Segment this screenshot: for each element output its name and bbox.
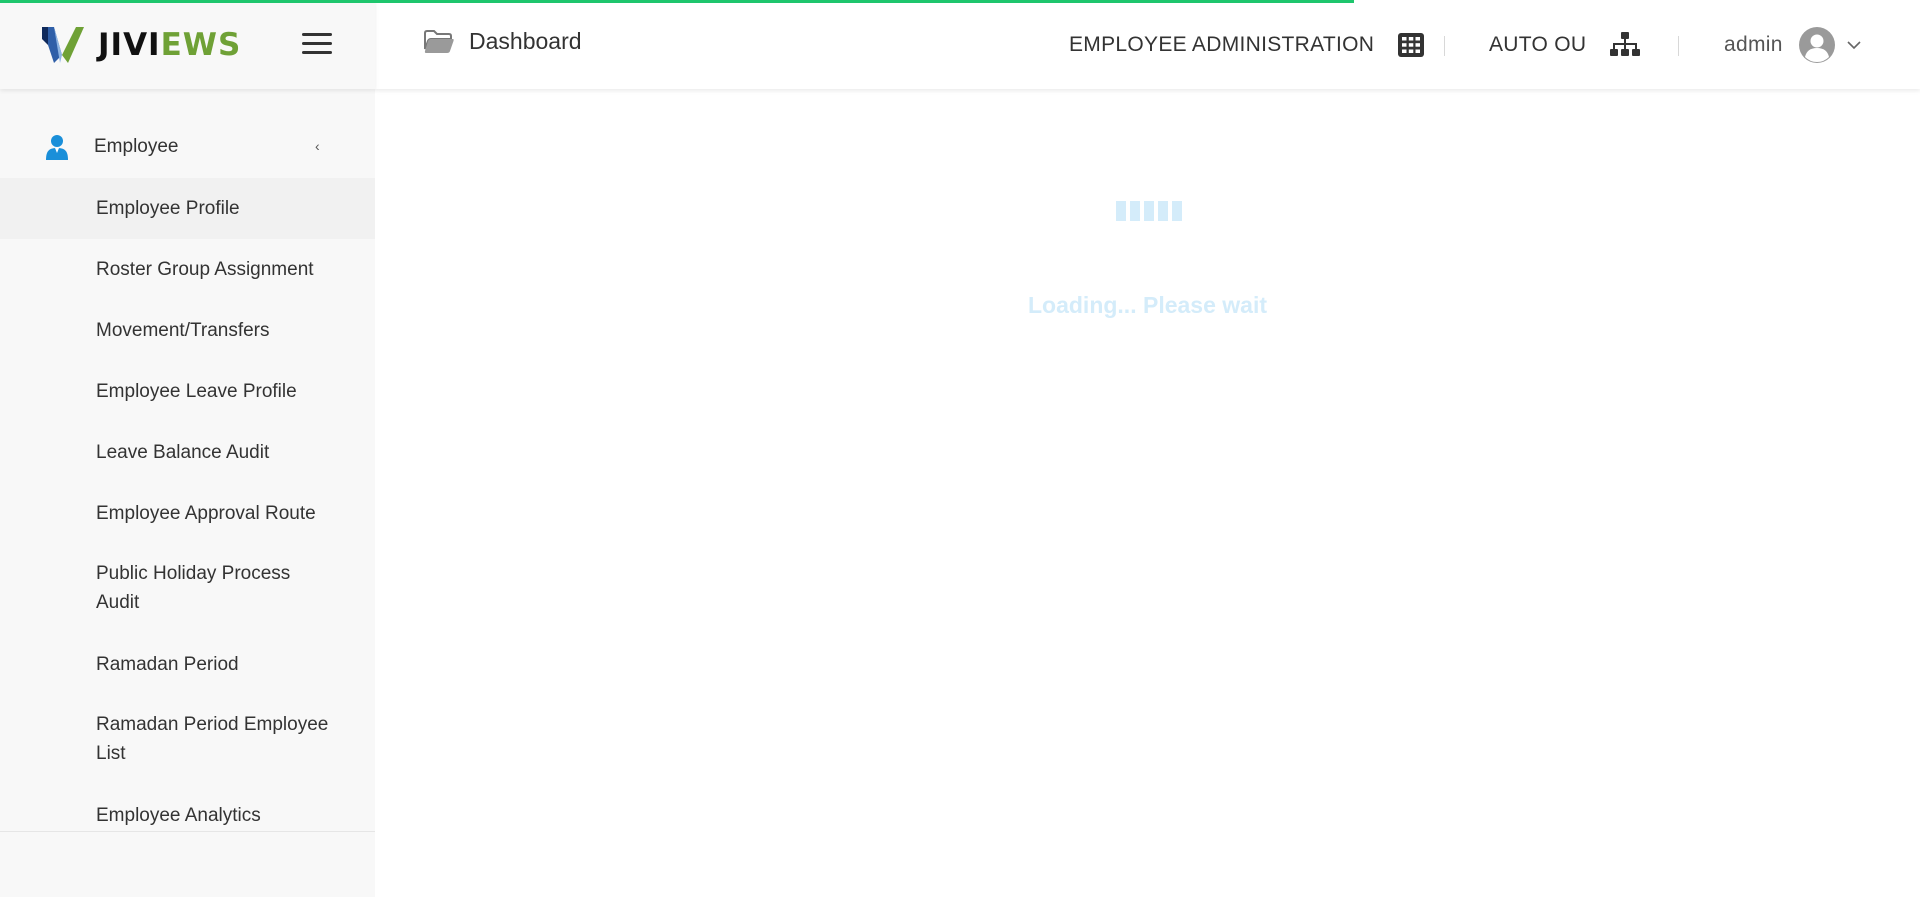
sidebar-item-label: Employee — [94, 136, 179, 157]
chevron-left-icon: ‹ — [315, 138, 320, 154]
user-name: admin — [1724, 32, 1783, 56]
module-selector[interactable]: EMPLOYEE ADMINISTRATION — [1069, 0, 1425, 89]
sidebar-item-leave-balance-audit[interactable]: Leave Balance Audit — [0, 422, 375, 483]
loading-message: Loading... Please wait — [1027, 292, 1267, 318]
sidebar-item-employee-leave-profile[interactable]: Employee Leave Profile — [0, 361, 375, 422]
divider — [1444, 36, 1445, 56]
divider — [1678, 36, 1679, 56]
user-menu[interactable]: admin — [1724, 0, 1861, 89]
logo-icon — [42, 26, 84, 63]
sidebar-item-public-holiday-process-audit[interactable]: Public Holiday Process Audit — [0, 544, 375, 634]
org-unit-selector[interactable]: AUTO OU — [1489, 0, 1641, 89]
sidebar-item-employee-analytics[interactable]: Employee Analytics — [0, 785, 375, 831]
sidebar-item-employee[interactable]: Employee ‹ — [0, 116, 375, 178]
brand[interactable]: JIVIEWS — [0, 0, 375, 89]
sidebar-item-employee-approval-route[interactable]: Employee Approval Route — [0, 483, 375, 544]
user-icon — [46, 135, 68, 160]
sidebar-item-ramadan-period-employee-list[interactable]: Ramadan Period Employee List — [0, 695, 375, 785]
sidebar: JIVIEWS Employee ‹ Employee Profile Rost… — [0, 0, 375, 897]
grid-icon — [1398, 32, 1425, 57]
brand-name-part2: EWS — [160, 26, 242, 63]
breadcrumb-title: Dashboard — [469, 28, 582, 54]
org-unit-name: AUTO OU — [1489, 32, 1587, 56]
top-bar: Dashboard EMPLOYEE ADMINISTRATION AUTO O… — [375, 0, 1920, 89]
folder-open-icon — [424, 29, 454, 53]
sidebar-item-roster-group-assignment[interactable]: Roster Group Assignment — [0, 239, 375, 300]
hamburger-menu-button[interactable] — [302, 33, 332, 55]
main-content: Loading... Please wait — [375, 89, 1920, 897]
avatar-icon — [1798, 26, 1835, 63]
module-name: EMPLOYEE ADMINISTRATION — [1069, 32, 1375, 56]
page-load-progress-bar — [0, 0, 1354, 3]
sidebar-item-employee-profile[interactable]: Employee Profile — [0, 178, 375, 239]
sidebar-item-movement-transfers[interactable]: Movement/Transfers — [0, 300, 375, 361]
loading-spinner — [1116, 201, 1182, 221]
brand-name-part1: JIVI — [98, 26, 161, 63]
sidebar-item-ramadan-period[interactable]: Ramadan Period — [0, 634, 375, 695]
sitemap-icon — [1610, 31, 1641, 56]
brand-name: JIVIEWS — [98, 27, 241, 63]
sidebar-menu: Employee ‹ Employee Profile Roster Group… — [0, 116, 375, 832]
breadcrumb[interactable]: Dashboard — [423, 28, 582, 55]
chevron-down-icon — [1847, 40, 1861, 49]
